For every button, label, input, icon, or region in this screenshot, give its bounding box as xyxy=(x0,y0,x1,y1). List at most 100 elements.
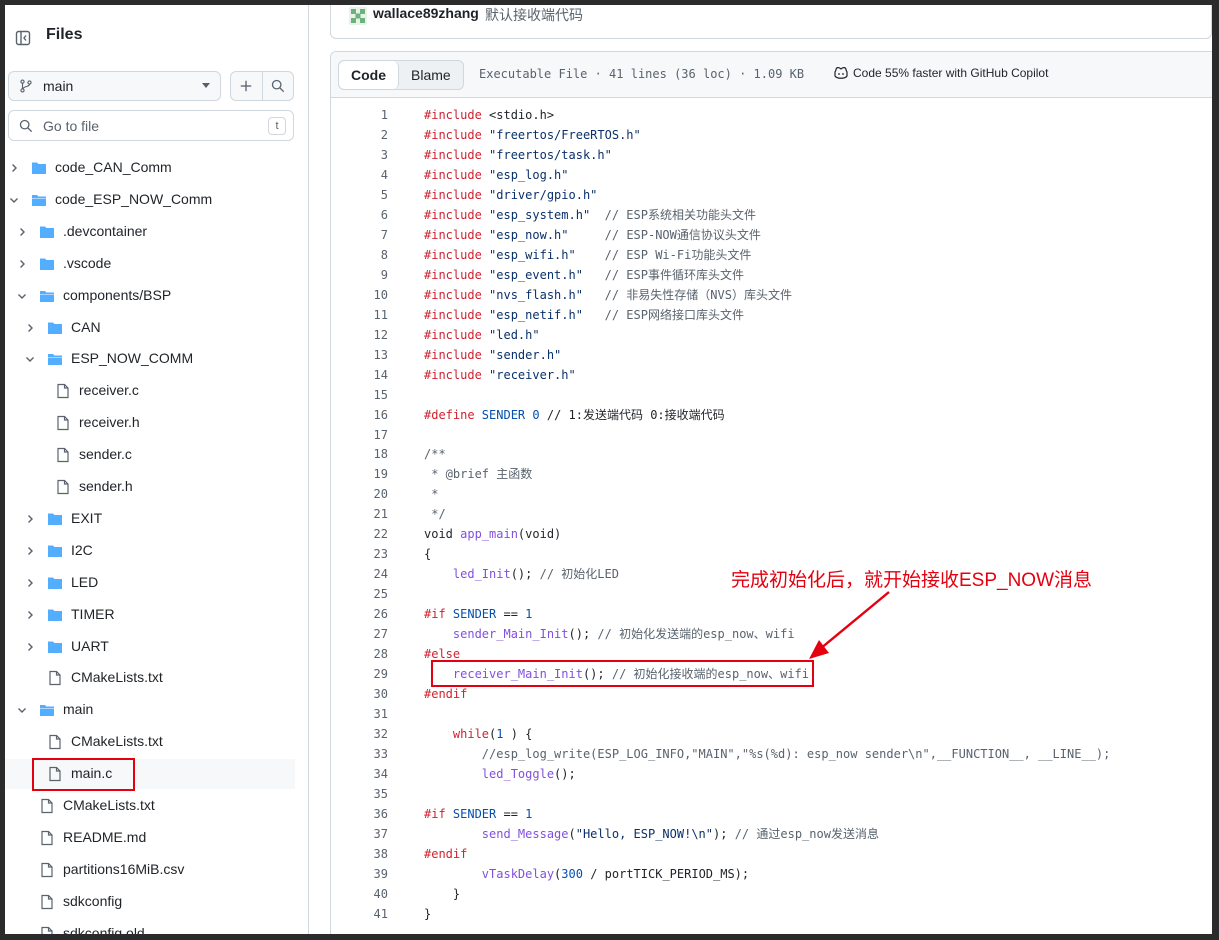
search-button[interactable] xyxy=(261,72,293,100)
line-number[interactable]: 20 xyxy=(331,484,388,504)
line-number[interactable]: 3 xyxy=(331,145,388,165)
folder-row[interactable]: ESP_NOW_COMM xyxy=(5,344,295,374)
tree-item-label: receiver.h xyxy=(79,414,140,431)
chevron-right-icon[interactable] xyxy=(24,641,36,653)
file-info: Executable File · 41 lines (36 loc) · 1.… xyxy=(479,67,805,81)
commit-author-link[interactable]: wallace89zhang xyxy=(373,5,479,21)
folder-row[interactable]: code_ESP_NOW_Comm xyxy=(5,185,295,215)
line-number[interactable]: 13 xyxy=(331,345,388,365)
line-number[interactable]: 38 xyxy=(331,844,388,864)
file-row[interactable]: sender.h xyxy=(5,472,295,502)
folder-open-icon xyxy=(48,354,62,366)
line-number[interactable]: 27 xyxy=(331,624,388,644)
tab-blame[interactable]: Blame xyxy=(399,61,463,89)
chevron-right-icon[interactable] xyxy=(24,545,36,557)
file-row[interactable]: sdkconfig.old xyxy=(5,919,295,934)
file-row[interactable]: README.md xyxy=(5,823,295,853)
line-number[interactable]: 5 xyxy=(331,185,388,205)
code-token: 1 xyxy=(525,607,533,622)
copilot-promo-text: Code 55% faster with GitHub Copilot xyxy=(853,66,1049,80)
line-number[interactable]: 22 xyxy=(331,524,388,544)
chevron-down-icon[interactable] xyxy=(16,704,28,716)
file-row[interactable]: sdkconfig xyxy=(5,887,295,917)
chevron-right-icon[interactable] xyxy=(24,577,36,589)
folder-row[interactable]: TIMER xyxy=(5,600,295,630)
line-number[interactable]: 14 xyxy=(331,365,388,385)
line-number[interactable]: 15 xyxy=(331,385,388,405)
file-row[interactable]: CMakeLists.txt xyxy=(5,727,295,757)
chevron-right-icon[interactable] xyxy=(16,226,28,238)
line-number[interactable]: 30 xyxy=(331,684,388,704)
chevron-right-icon[interactable] xyxy=(24,513,36,525)
line-number[interactable]: 33 xyxy=(331,744,388,764)
chevron-down-icon[interactable] xyxy=(16,290,28,302)
line-number[interactable]: 11 xyxy=(331,305,388,325)
folder-row[interactable]: .vscode xyxy=(5,249,295,279)
line-number[interactable]: 40 xyxy=(331,884,388,904)
avatar[interactable] xyxy=(349,7,367,25)
line-number[interactable]: 35 xyxy=(331,784,388,804)
chevron-right-icon[interactable] xyxy=(8,162,20,174)
line-number[interactable]: 23 xyxy=(331,544,388,564)
file-row[interactable]: receiver.h xyxy=(5,408,295,438)
line-number[interactable]: 6 xyxy=(331,205,388,225)
copilot-promo-link[interactable]: Code 55% faster with GitHub Copilot xyxy=(833,66,1048,80)
file-row[interactable]: receiver.c xyxy=(5,376,295,406)
line-number[interactable]: 2 xyxy=(331,125,388,145)
line-number[interactable]: 34 xyxy=(331,764,388,784)
tree-item-label: README.md xyxy=(63,828,147,845)
commit-message-link[interactable]: 默认接收端代码 xyxy=(485,5,583,25)
chevron-right-icon[interactable] xyxy=(24,609,36,621)
line-number[interactable]: 28 xyxy=(331,644,388,664)
folder-icon xyxy=(48,322,62,334)
line-number[interactable]: 16 xyxy=(331,405,388,425)
sidebar-collapse-icon[interactable] xyxy=(15,30,31,46)
line-number[interactable]: 18 xyxy=(331,444,388,464)
folder-row[interactable]: I2C xyxy=(5,536,295,566)
file-row[interactable]: partitions16MiB.csv xyxy=(5,855,295,885)
folder-row[interactable]: code_CAN_Comm xyxy=(5,153,295,183)
chevron-right-icon[interactable] xyxy=(16,258,28,270)
folder-row[interactable]: UART xyxy=(5,632,295,662)
code-token: #define xyxy=(424,407,482,422)
code-token: (); xyxy=(554,767,576,781)
add-file-button[interactable] xyxy=(231,72,262,100)
folder-row[interactable]: CAN xyxy=(5,313,295,343)
line-number[interactable]: 10 xyxy=(331,285,388,305)
line-number[interactable]: 7 xyxy=(331,225,388,245)
file-row[interactable]: CMakeLists.txt xyxy=(5,663,295,693)
folder-row[interactable]: .devcontainer xyxy=(5,217,295,247)
tab-code[interactable]: Code xyxy=(339,61,399,89)
line-number[interactable]: 29 xyxy=(331,664,388,684)
chevron-down-icon[interactable] xyxy=(24,353,36,365)
folder-row[interactable]: main xyxy=(5,695,295,725)
line-number[interactable]: 39 xyxy=(331,864,388,884)
code-line: */ xyxy=(424,504,445,524)
go-to-file-input[interactable]: Go to file t xyxy=(8,110,294,141)
file-row[interactable]: CMakeLists.txt xyxy=(5,791,295,821)
line-number[interactable]: 1 xyxy=(331,105,388,125)
file-row[interactable]: sender.c xyxy=(5,440,295,470)
line-number[interactable]: 36 xyxy=(331,804,388,824)
line-number[interactable]: 25 xyxy=(331,584,388,604)
line-number[interactable]: 31 xyxy=(331,704,388,724)
line-number[interactable]: 24 xyxy=(331,564,388,584)
line-number[interactable]: 4 xyxy=(331,165,388,185)
code-token: void xyxy=(424,527,461,542)
line-number[interactable]: 19 xyxy=(331,464,388,484)
folder-row[interactable]: components/BSP xyxy=(5,281,295,311)
line-number[interactable]: 37 xyxy=(331,824,388,844)
folder-row[interactable]: LED xyxy=(5,568,295,598)
folder-row[interactable]: EXIT xyxy=(5,504,295,534)
chevron-down-icon[interactable] xyxy=(8,194,20,206)
line-number[interactable]: 26 xyxy=(331,604,388,624)
line-number[interactable]: 41 xyxy=(331,904,388,924)
line-number[interactable]: 12 xyxy=(331,325,388,345)
chevron-right-icon[interactable] xyxy=(24,322,36,334)
branch-selector[interactable]: main xyxy=(8,71,221,101)
line-number[interactable]: 32 xyxy=(331,724,388,744)
line-number[interactable]: 8 xyxy=(331,245,388,265)
line-number[interactable]: 9 xyxy=(331,265,388,285)
line-number[interactable]: 21 xyxy=(331,504,388,524)
line-number[interactable]: 17 xyxy=(331,425,388,445)
